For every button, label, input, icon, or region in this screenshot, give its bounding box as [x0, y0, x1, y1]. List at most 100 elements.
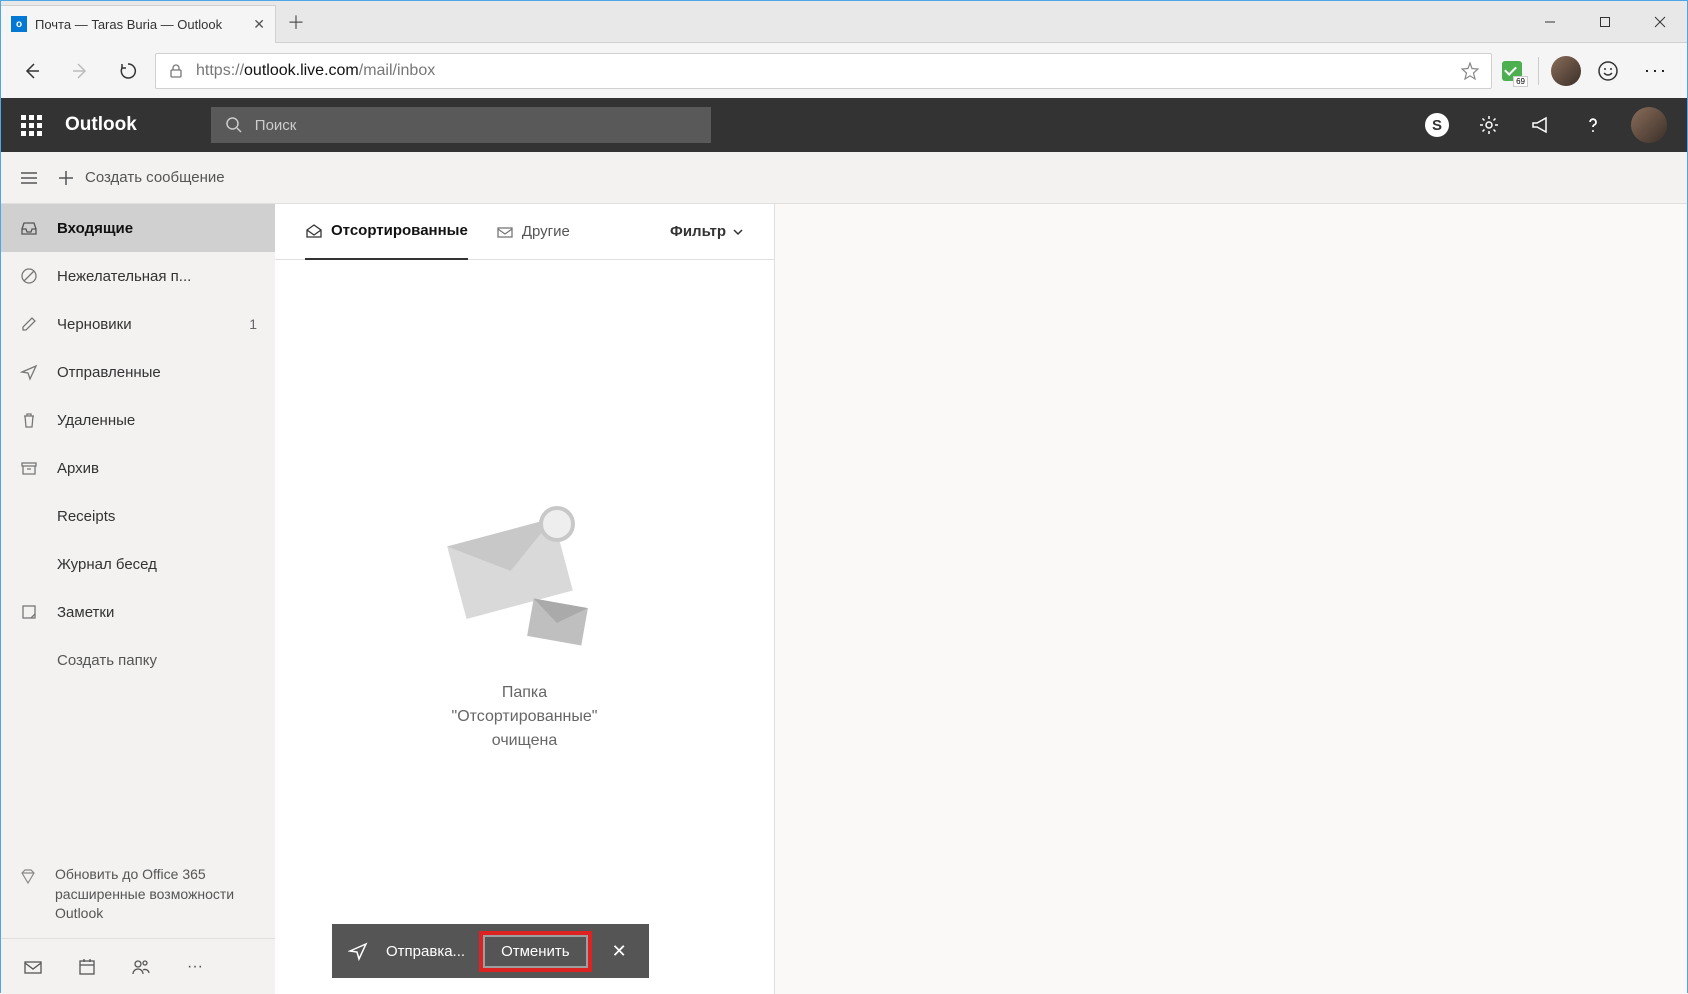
header-right: S [1413, 101, 1677, 149]
help-icon [1582, 114, 1604, 136]
folder-archive[interactable]: Архив [1, 444, 275, 492]
folder-inbox[interactable]: Входящие [1, 204, 275, 252]
folder-label: Создать папку [57, 652, 157, 669]
people-module-button[interactable] [119, 945, 163, 989]
filter-label: Фильтр [670, 223, 726, 240]
calendar-module-button[interactable] [65, 945, 109, 989]
folder-sent[interactable]: Отправленные [1, 348, 275, 396]
tab-label: Отсортированные [331, 222, 468, 239]
app-header: Outlook Поиск S [1, 98, 1687, 152]
reading-pane [775, 204, 1687, 994]
profile-avatar-icon[interactable] [1551, 56, 1581, 86]
toast-close-button[interactable]: ✕ [606, 941, 633, 962]
feedback-smiley-button[interactable] [1587, 50, 1629, 92]
calendar-icon [77, 957, 97, 977]
empty-state: Папка "Отсортированные" очищена [275, 260, 774, 994]
mail-icon [496, 223, 514, 241]
waffle-icon [21, 115, 42, 136]
diamond-icon [19, 865, 37, 924]
folder-count: 1 [249, 316, 257, 332]
window-controls [1522, 1, 1687, 43]
folder-receipts[interactable]: Receipts [1, 492, 275, 540]
folder-junk[interactable]: Нежелательная п... [1, 252, 275, 300]
tab-focused[interactable]: Отсортированные [305, 204, 468, 260]
folder-label: Удаленные [57, 412, 135, 429]
browser-menu-button[interactable]: ··· [1635, 50, 1677, 92]
folder-label: Входящие [57, 220, 133, 237]
skype-icon: S [1425, 113, 1449, 137]
trash-icon [19, 411, 39, 429]
folder-drafts[interactable]: Черновики 1 [1, 300, 275, 348]
tab-close-button[interactable]: ✕ [253, 16, 265, 33]
gear-icon [1478, 114, 1500, 136]
block-icon [19, 267, 39, 285]
main-area: Входящие Нежелательная п... Черновики 1 … [1, 204, 1687, 994]
folder-label: Журнал бесед [57, 556, 157, 573]
folder-label: Архив [57, 460, 99, 477]
whats-new-button[interactable] [1517, 101, 1565, 149]
folder-label: Черновики [57, 316, 132, 333]
window-maximize-button[interactable] [1577, 1, 1632, 43]
empty-text-3: очищена [492, 729, 557, 753]
create-folder-button[interactable]: Создать папку [1, 636, 275, 684]
upgrade-link[interactable]: Обновить до Office 365 расширенные возмо… [1, 851, 275, 938]
url-text: https://outlook.live.com/mail/inbox [196, 62, 435, 80]
help-button[interactable] [1569, 101, 1617, 149]
hamburger-icon [19, 168, 39, 188]
undo-send-button[interactable]: Отменить [483, 935, 588, 968]
folder-label: Заметки [57, 604, 114, 621]
pencil-icon [19, 315, 39, 333]
favorite-star-icon[interactable] [1461, 62, 1479, 80]
settings-button[interactable] [1465, 101, 1513, 149]
inbox-open-icon [305, 222, 323, 240]
list-pane-header: Отсортированные Другие Фильтр [275, 204, 774, 260]
sidebar-footer: ··· [1, 938, 275, 994]
inbox-icon [19, 219, 39, 237]
upgrade-text: Обновить до Office 365 расширенные возмо… [55, 865, 257, 924]
folder-conversation-history[interactable]: Журнал бесед [1, 540, 275, 588]
browser-tab[interactable]: o Почта — Taras Buria — Outlook ✕ [1, 5, 276, 43]
sending-toast: Отправка... Отменить ✕ [332, 924, 649, 978]
search-icon [225, 116, 243, 134]
more-modules-button[interactable]: ··· [173, 945, 217, 989]
megaphone-icon [1530, 114, 1552, 136]
nav-back-button[interactable] [11, 50, 53, 92]
mail-module-button[interactable] [11, 945, 55, 989]
folder-label: Отправленные [57, 364, 161, 381]
search-input[interactable]: Поиск [211, 107, 711, 143]
archive-icon [19, 459, 39, 477]
plus-icon [57, 169, 75, 187]
message-list-pane: Отсортированные Другие Фильтр Папка "Отс… [275, 204, 775, 994]
mail-icon [23, 957, 43, 977]
send-icon [19, 363, 39, 381]
folder-deleted[interactable]: Удаленные [1, 396, 275, 444]
extension-adguard-icon[interactable]: 69 [1498, 57, 1526, 85]
empty-text-2: "Отсортированные" [452, 705, 598, 729]
window-close-button[interactable] [1632, 1, 1687, 43]
chevron-down-icon [732, 226, 744, 238]
tab-other[interactable]: Другие [496, 204, 570, 260]
toggle-sidebar-button[interactable] [19, 168, 39, 188]
account-avatar-button[interactable] [1631, 107, 1667, 143]
app-launcher-button[interactable] [11, 105, 51, 145]
people-icon [131, 957, 151, 977]
lock-icon [168, 63, 184, 79]
new-tab-button[interactable]: ＋ [276, 9, 316, 35]
extension-badge: 69 [1513, 76, 1528, 87]
skype-button[interactable]: S [1413, 101, 1461, 149]
filter-button[interactable]: Фильтр [670, 223, 744, 240]
window-titlebar: o Почта — Taras Buria — Outlook ✕ ＋ [1, 1, 1687, 43]
window-minimize-button[interactable] [1522, 1, 1577, 43]
folder-notes[interactable]: Заметки [1, 588, 275, 636]
nav-forward-button[interactable] [59, 50, 101, 92]
address-input[interactable]: https://outlook.live.com/mail/inbox [155, 53, 1492, 89]
tab-title: Почта — Taras Buria — Outlook [35, 17, 222, 32]
nav-refresh-button[interactable] [107, 50, 149, 92]
tab-label: Другие [522, 223, 570, 240]
send-icon [348, 941, 368, 961]
sidebar: Входящие Нежелательная п... Черновики 1 … [1, 204, 275, 994]
folder-label: Нежелательная п... [57, 268, 191, 285]
new-message-button[interactable]: Создать сообщение [57, 169, 225, 187]
empty-text-1: Папка [502, 681, 547, 705]
search-placeholder: Поиск [255, 117, 297, 134]
